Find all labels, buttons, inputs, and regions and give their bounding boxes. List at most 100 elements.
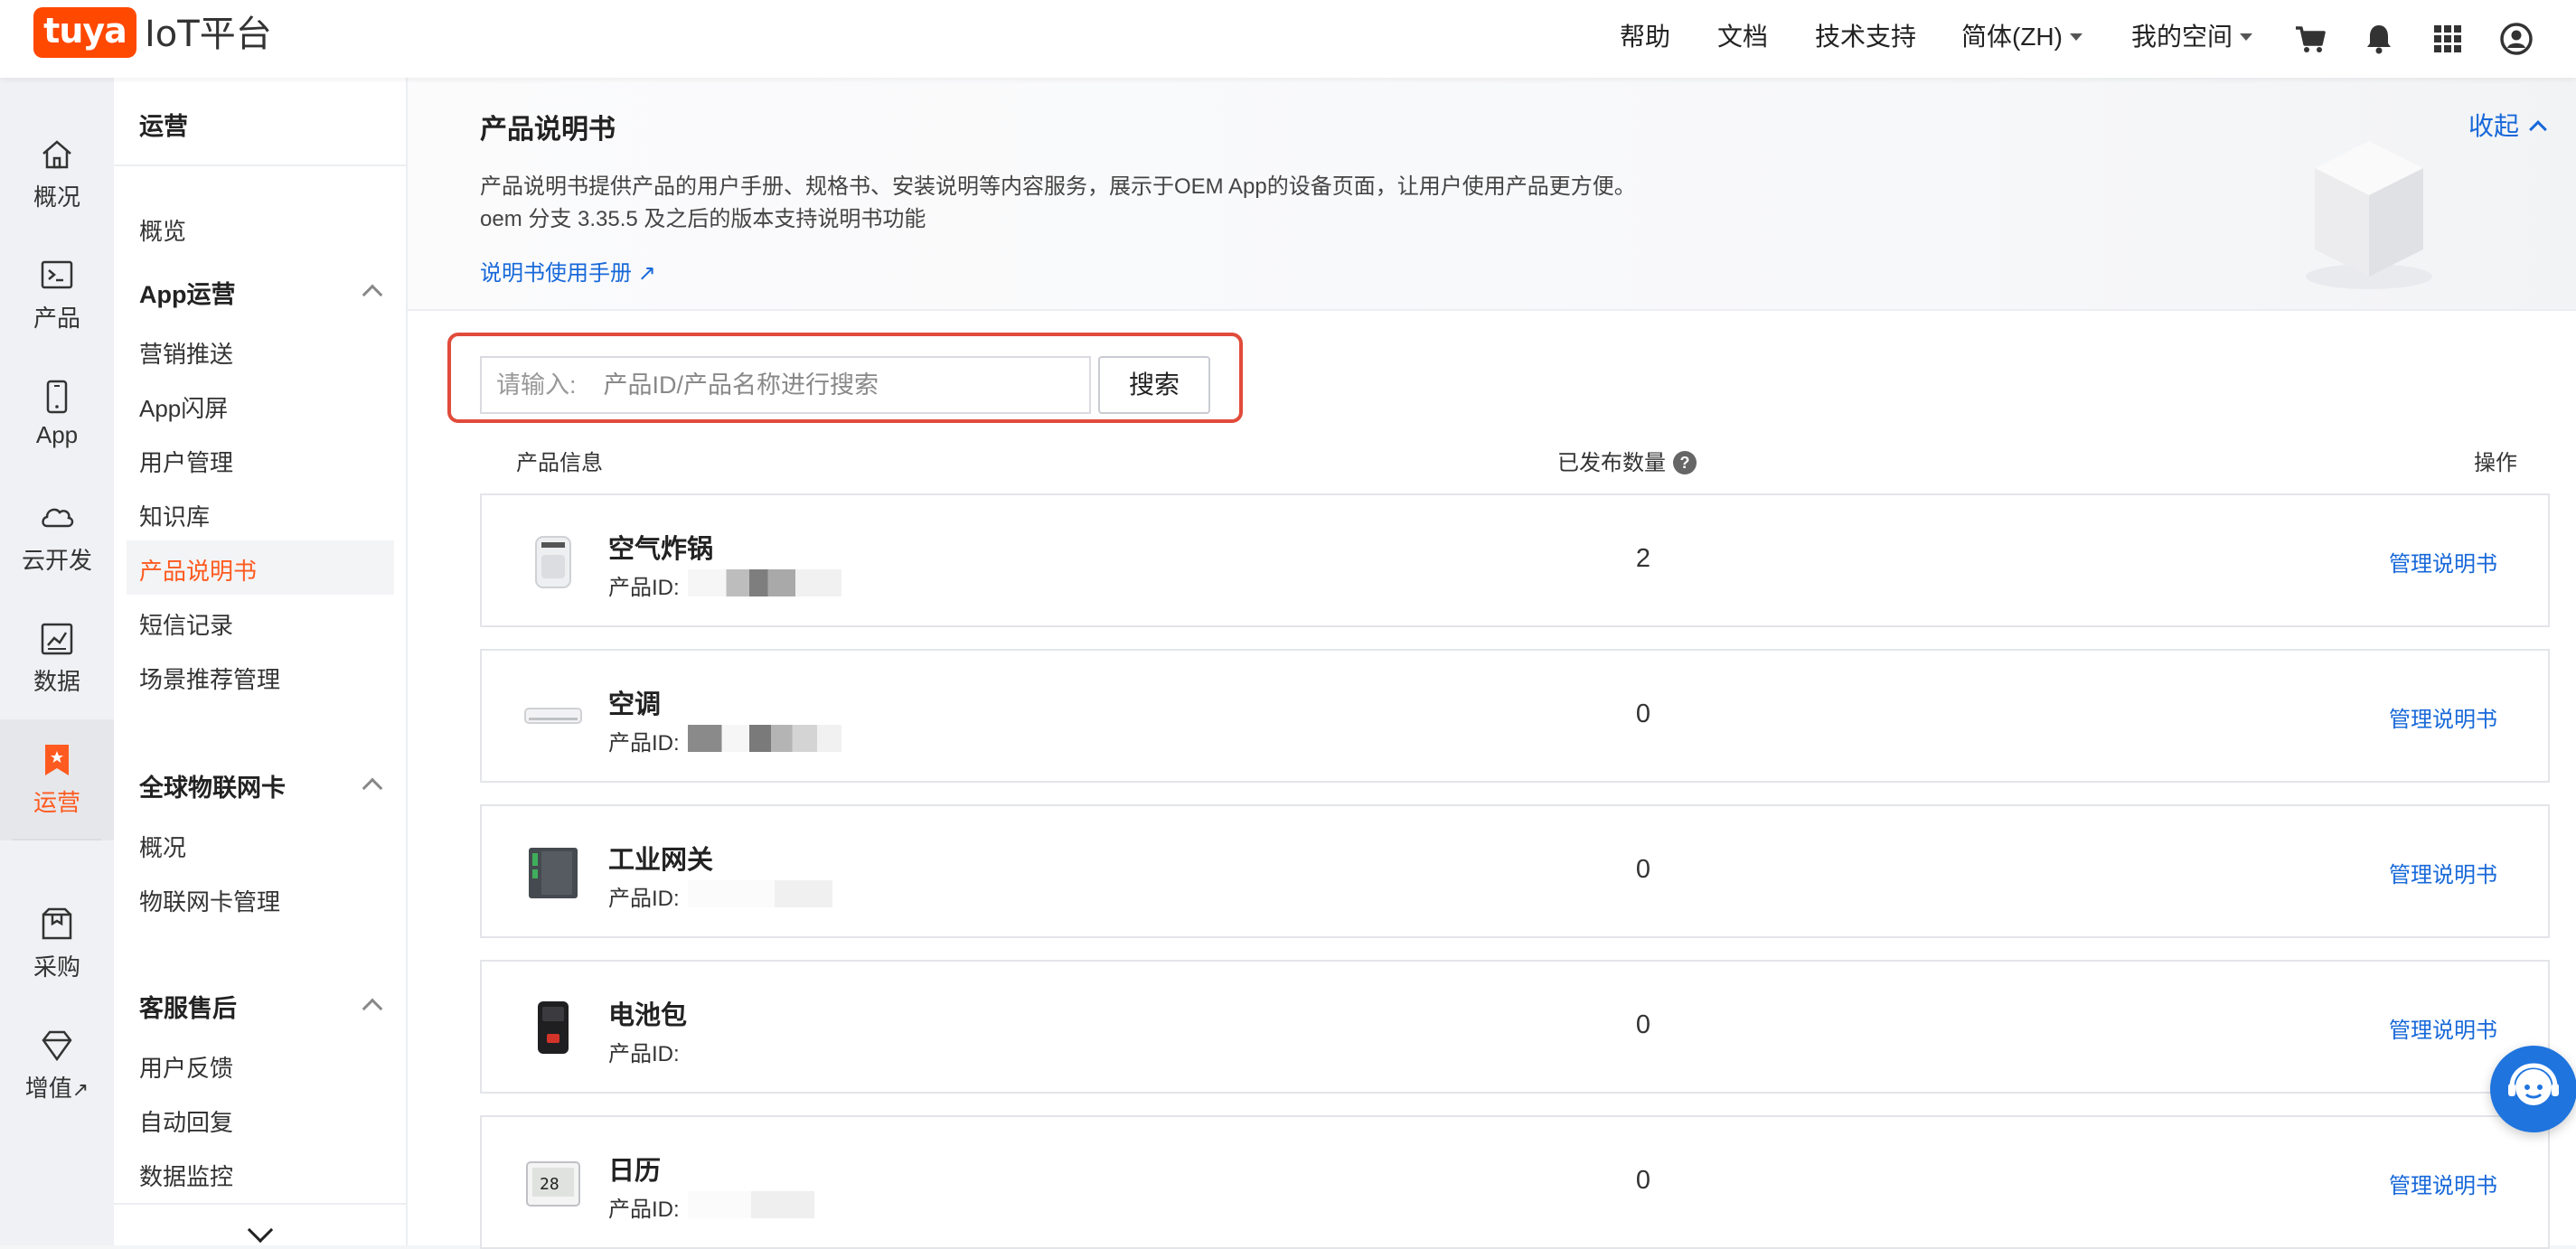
- redacted-product-id: [688, 880, 832, 907]
- cart-icon[interactable]: [2292, 21, 2328, 57]
- chart-icon: [41, 623, 73, 655]
- svg-text:28: 28: [540, 1175, 559, 1194]
- sidebar-item-auto-reply[interactable]: 自动回复: [139, 1104, 233, 1138]
- customer-service-chat-button[interactable]: [2490, 1046, 2576, 1132]
- rail-item-overview[interactable]: 概况: [0, 114, 114, 235]
- sidebar-group-customer-service[interactable]: 客服售后: [139, 989, 237, 1024]
- sidebar-title: 运营: [139, 113, 188, 140]
- home-icon: [42, 140, 71, 169]
- sidebar-item-sms-records[interactable]: 短信记录: [139, 607, 233, 641]
- icon-rail: 概况 产品 App 云开发 数据 运营 采购 增值↗: [0, 78, 114, 1245]
- sidebar-group-app-ops[interactable]: App运营: [139, 275, 235, 310]
- redacted-product-id: [688, 725, 841, 752]
- page-title: 产品说明书: [480, 115, 616, 145]
- product-id-label: 产品ID:: [608, 1042, 680, 1066]
- sidebar-item-marketing-push[interactable]: 营销推送: [139, 336, 233, 370]
- rail-item-operations[interactable]: 运营: [0, 719, 114, 840]
- chevron-up-icon: [2529, 119, 2547, 138]
- tuya-logo[interactable]: tuya: [33, 7, 136, 58]
- collapse-label: 收起: [2468, 112, 2520, 140]
- sidebar-group-iot-card[interactable]: 全球物联网卡: [139, 768, 286, 803]
- manage-manual-link[interactable]: 管理说明书: [2389, 701, 2497, 733]
- sidebar-item-knowledge-base[interactable]: 知识库: [139, 499, 210, 532]
- column-header-product-info: 产品信息: [516, 451, 603, 475]
- rail-divider: [13, 839, 101, 840]
- product-name: 空气炸锅: [608, 535, 714, 564]
- air-conditioner-thumbnail: [524, 708, 582, 724]
- product-name: 工业网关: [608, 846, 714, 875]
- platform-name: IoT平台: [145, 14, 272, 55]
- rail-label: 云开发: [21, 547, 92, 574]
- sidebar-item-app-splash[interactable]: App闪屏: [139, 390, 228, 424]
- rail-label: 概况: [33, 183, 80, 211]
- table-row: 电池包 产品ID: 0 管理说明书: [480, 960, 2550, 1094]
- help-icon[interactable]: ?: [1673, 451, 1697, 475]
- rail-item-cloud-dev[interactable]: 云开发: [0, 477, 114, 598]
- gateway-thumbnail: [529, 848, 578, 898]
- rail-item-app[interactable]: App: [0, 356, 114, 477]
- chevron-up-icon[interactable]: [362, 777, 383, 799]
- rail-label: 增值: [24, 1075, 72, 1102]
- sidebar-item-user-management[interactable]: 用户管理: [139, 445, 233, 478]
- rail-item-value-added[interactable]: 增值↗: [0, 1005, 114, 1126]
- external-link-icon: ↗: [637, 261, 656, 286]
- support-agent-icon: [2508, 1063, 2559, 1105]
- calendar-display-thumbnail: 28: [526, 1161, 580, 1207]
- manage-manual-link[interactable]: 管理说明书: [2389, 1168, 2497, 1199]
- chevron-down-icon: [2069, 33, 2082, 41]
- chevron-down-icon: [2240, 33, 2253, 41]
- apps-grid-icon[interactable]: [2430, 21, 2466, 57]
- description-line-1: 产品说明书提供产品的用户手册、规格书、安装说明等内容服务，展示于OEM App的…: [480, 174, 1636, 199]
- sidebar-item-user-feedback[interactable]: 用户反馈: [139, 1050, 233, 1084]
- intro-banner: 产品说明书 产品说明书提供产品的用户手册、规格书、安装说明等内容服务，展示于OE…: [408, 78, 2576, 311]
- nav-tech-support[interactable]: 技术支持: [1815, 0, 1916, 78]
- sidebar-item-data-monitoring[interactable]: 数据监控: [139, 1159, 233, 1192]
- external-link-icon: ↗: [71, 1078, 89, 1101]
- sidebar-divider: [114, 1203, 406, 1205]
- air-fryer-thumbnail: [535, 536, 571, 588]
- rail-label: 产品: [33, 305, 80, 332]
- bookmark-star-icon: [45, 745, 69, 775]
- published-count-label: 已发布数量: [1557, 451, 1666, 475]
- sidebar-item-product-manual[interactable]: 产品说明书: [139, 553, 257, 587]
- nav-help[interactable]: 帮助: [1620, 0, 1670, 78]
- manage-manual-link[interactable]: 管理说明书: [2389, 1012, 2497, 1044]
- rail-item-data[interactable]: 数据: [0, 598, 114, 719]
- search-button[interactable]: 搜索: [1098, 356, 1210, 414]
- column-header-action: 操作: [2474, 451, 2517, 475]
- sidebar-item-iot-overview[interactable]: 概况: [139, 830, 186, 863]
- column-header-published-count: 已发布数量?: [1557, 445, 1697, 476]
- description-line-2: oem 分支 3.35.5 及之后的版本支持说明书功能: [480, 207, 926, 231]
- language-label: 简体(ZH): [1961, 23, 2063, 51]
- manage-manual-link[interactable]: 管理说明书: [2389, 546, 2497, 578]
- table-row: 空调 产品ID: 0 管理说明书: [480, 649, 2550, 783]
- redacted-product-id: [688, 569, 841, 596]
- product-name: 空调: [608, 690, 662, 719]
- chevron-up-icon[interactable]: [362, 284, 383, 305]
- sidebar-item-overview[interactable]: 概览: [139, 213, 186, 247]
- my-space-menu[interactable]: 我的空间: [2131, 0, 2253, 78]
- search-prefix-label: 请输入:: [496, 371, 577, 399]
- table-row: 空气炸锅 产品ID: 2 管理说明书: [480, 493, 2550, 627]
- product-id-label: 产品ID:: [608, 1197, 680, 1222]
- sidebar-item-iot-card-management[interactable]: 物联网卡管理: [139, 884, 280, 917]
- collapse-banner-button[interactable]: 收起: [2468, 107, 2547, 143]
- search-input[interactable]: 请输入: 产品ID/产品名称进行搜索: [480, 356, 1091, 414]
- manual-guide-link[interactable]: 说明书使用手册 ↗: [480, 255, 656, 286]
- language-selector[interactable]: 简体(ZH): [1961, 0, 2082, 78]
- nav-docs[interactable]: 文档: [1717, 0, 1768, 78]
- published-count: 0: [1635, 1010, 1651, 1039]
- chevron-down-icon[interactable]: [247, 1216, 274, 1244]
- search-placeholder: 产品ID/产品名称进行搜索: [603, 371, 879, 399]
- rail-item-purchase[interactable]: 采购: [0, 884, 114, 1005]
- product-id-label: 产品ID:: [608, 887, 680, 911]
- sidebar-item-scene-recommend[interactable]: 场景推荐管理: [139, 662, 280, 695]
- rail-item-product[interactable]: 产品: [0, 235, 114, 356]
- user-account-icon[interactable]: [2498, 21, 2534, 57]
- manage-manual-link[interactable]: 管理说明书: [2389, 857, 2497, 888]
- bell-icon[interactable]: [2361, 21, 2397, 57]
- guide-link-label: 说明书使用手册: [480, 261, 632, 286]
- cloud-icon: [42, 508, 74, 528]
- published-count: 2: [1635, 544, 1651, 573]
- chevron-up-icon[interactable]: [362, 998, 383, 1019]
